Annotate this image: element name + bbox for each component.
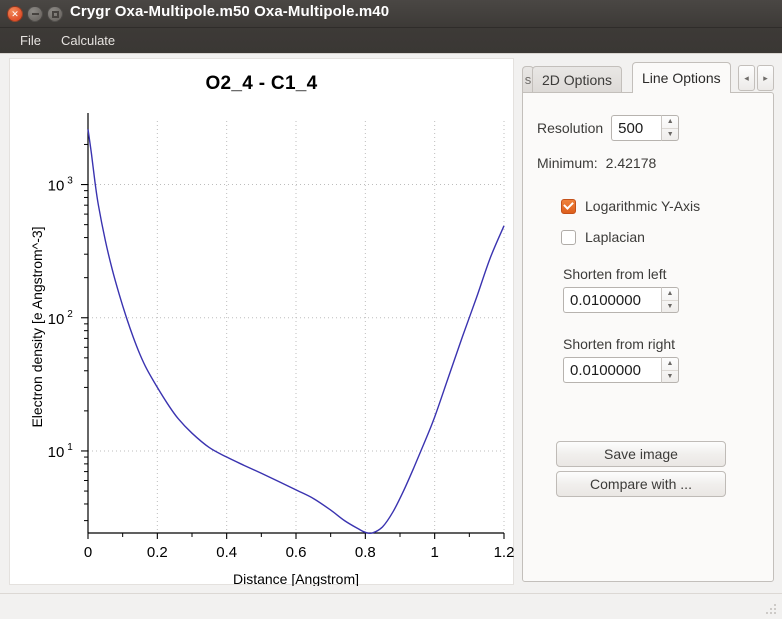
resize-grip-icon[interactable] [764, 602, 778, 616]
laplacian-checkbox[interactable] [561, 229, 576, 245]
logarithmic-y-axis-checkbox[interactable] [561, 198, 576, 214]
y-tick-label: 10 [48, 311, 65, 328]
resolution-increment-icon[interactable]: ▲ [662, 116, 679, 129]
line-options-panel: Resolution ▲ ▼ Minimum: 2.42178 Logarith… [522, 92, 774, 582]
tab-strip: s 2D Options Line Options ◂ ▸ [522, 62, 774, 93]
x-axis-label: Distance [Angstrom] [233, 571, 359, 586]
save-image-button[interactable]: Save image [556, 441, 726, 467]
y-tick-exponent: 2 [67, 309, 73, 320]
shorten-from-right-decrement-icon[interactable]: ▼ [662, 371, 678, 383]
title-bar: ✕ Crygr Oxa-Multipole.m50 Oxa-Multipole.… [0, 0, 782, 28]
laplacian-checkbox-row[interactable]: Laplacian [561, 229, 645, 245]
x-tick-label: 1 [430, 544, 438, 561]
shorten-from-left-stepper[interactable]: ▲ ▼ [563, 287, 679, 313]
compare-with-button[interactable]: Compare with ... [556, 471, 726, 497]
minimize-icon[interactable] [27, 6, 43, 22]
minimum-label: Minimum: [537, 155, 598, 171]
resolution-decrement-icon[interactable]: ▼ [662, 129, 678, 141]
options-pane: s 2D Options Line Options ◂ ▸ Resolution… [522, 62, 774, 582]
x-tick-label: 0.2 [147, 544, 168, 561]
resolution-input[interactable] [611, 115, 662, 141]
plot-panel[interactable]: O2_4 - C1_4 0 0.2 0.4 0.6 0.8 1 1.2 10 1 10 2 10 3 D… [9, 58, 515, 586]
line-chart: 0 0.2 0.4 0.6 0.8 1 1.210 110 210 3 Distance [Ang… [29, 113, 515, 586]
maximize-icon[interactable] [47, 6, 63, 22]
chart-tick-labels: 0 0.2 0.4 0.6 0.8 1 1.210 110 210 3 [48, 176, 515, 561]
shorten-from-right-label: Shorten from right [563, 336, 676, 352]
shorten-from-right-stepper[interactable]: ▲ ▼ [563, 357, 679, 383]
tab-scroll-left-icon[interactable]: ◂ [738, 65, 755, 91]
menu-item-calculate[interactable]: Calculate [51, 31, 125, 50]
application-window: ✕ Crygr Oxa-Multipole.m50 Oxa-Multipole.… [0, 0, 782, 619]
minimum-row: Minimum: 2.42178 [537, 155, 656, 171]
x-tick-label: 1.2 [494, 544, 515, 561]
x-tick-label: 0 [84, 544, 92, 561]
shorten-from-left-input[interactable] [563, 287, 661, 313]
minimum-value: 2.42178 [605, 155, 657, 171]
tab-2d-options[interactable]: 2D Options [532, 66, 623, 92]
shorten-from-right-increment-icon[interactable]: ▲ [662, 358, 678, 371]
window-title: Crygr Oxa-Multipole.m50 Oxa-Multipole.m4… [70, 3, 390, 20]
resolution-row: Resolution ▲ ▼ [537, 115, 680, 141]
shorten-from-right-stepper-buttons[interactable]: ▲ ▼ [661, 357, 679, 383]
tab-line-options[interactable]: Line Options [632, 62, 731, 93]
x-tick-label: 0.4 [216, 544, 237, 561]
resolution-stepper-buttons[interactable]: ▲ ▼ [661, 115, 680, 141]
shorten-from-left-increment-icon[interactable]: ▲ [662, 288, 678, 301]
shorten-from-right-input[interactable] [563, 357, 661, 383]
menu-bar: File Calculate [0, 28, 782, 54]
shorten-from-left-label: Shorten from left [563, 266, 667, 282]
shorten-from-left-stepper-buttons[interactable]: ▲ ▼ [661, 287, 679, 313]
close-icon[interactable]: ✕ [7, 6, 23, 22]
x-tick-label: 0.6 [286, 544, 307, 561]
y-tick-exponent: 1 [67, 442, 73, 453]
x-tick-label: 0.8 [355, 544, 376, 561]
y-tick-label: 10 [48, 444, 65, 461]
chart-ticks [81, 143, 505, 539]
menu-item-file[interactable]: File [10, 31, 51, 50]
y-tick-label: 10 [48, 178, 65, 195]
logarithmic-y-axis-label: Logarithmic Y-Axis [585, 198, 701, 214]
tab-scroll-right-icon[interactable]: ▸ [757, 65, 774, 91]
window-controls: ✕ [7, 6, 63, 22]
y-axis-label: Electron density [e Angstrom^-3] [29, 226, 45, 427]
y-tick-exponent: 3 [67, 176, 73, 187]
resolution-stepper[interactable]: ▲ ▼ [611, 115, 680, 141]
chart-gridlines [87, 121, 505, 533]
resolution-label: Resolution [537, 120, 604, 136]
laplacian-label: Laplacian [585, 229, 645, 245]
status-bar [0, 593, 782, 619]
logarithmic-y-axis-checkbox-row[interactable]: Logarithmic Y-Axis [561, 198, 700, 214]
shorten-from-left-decrement-icon[interactable]: ▼ [662, 301, 678, 313]
